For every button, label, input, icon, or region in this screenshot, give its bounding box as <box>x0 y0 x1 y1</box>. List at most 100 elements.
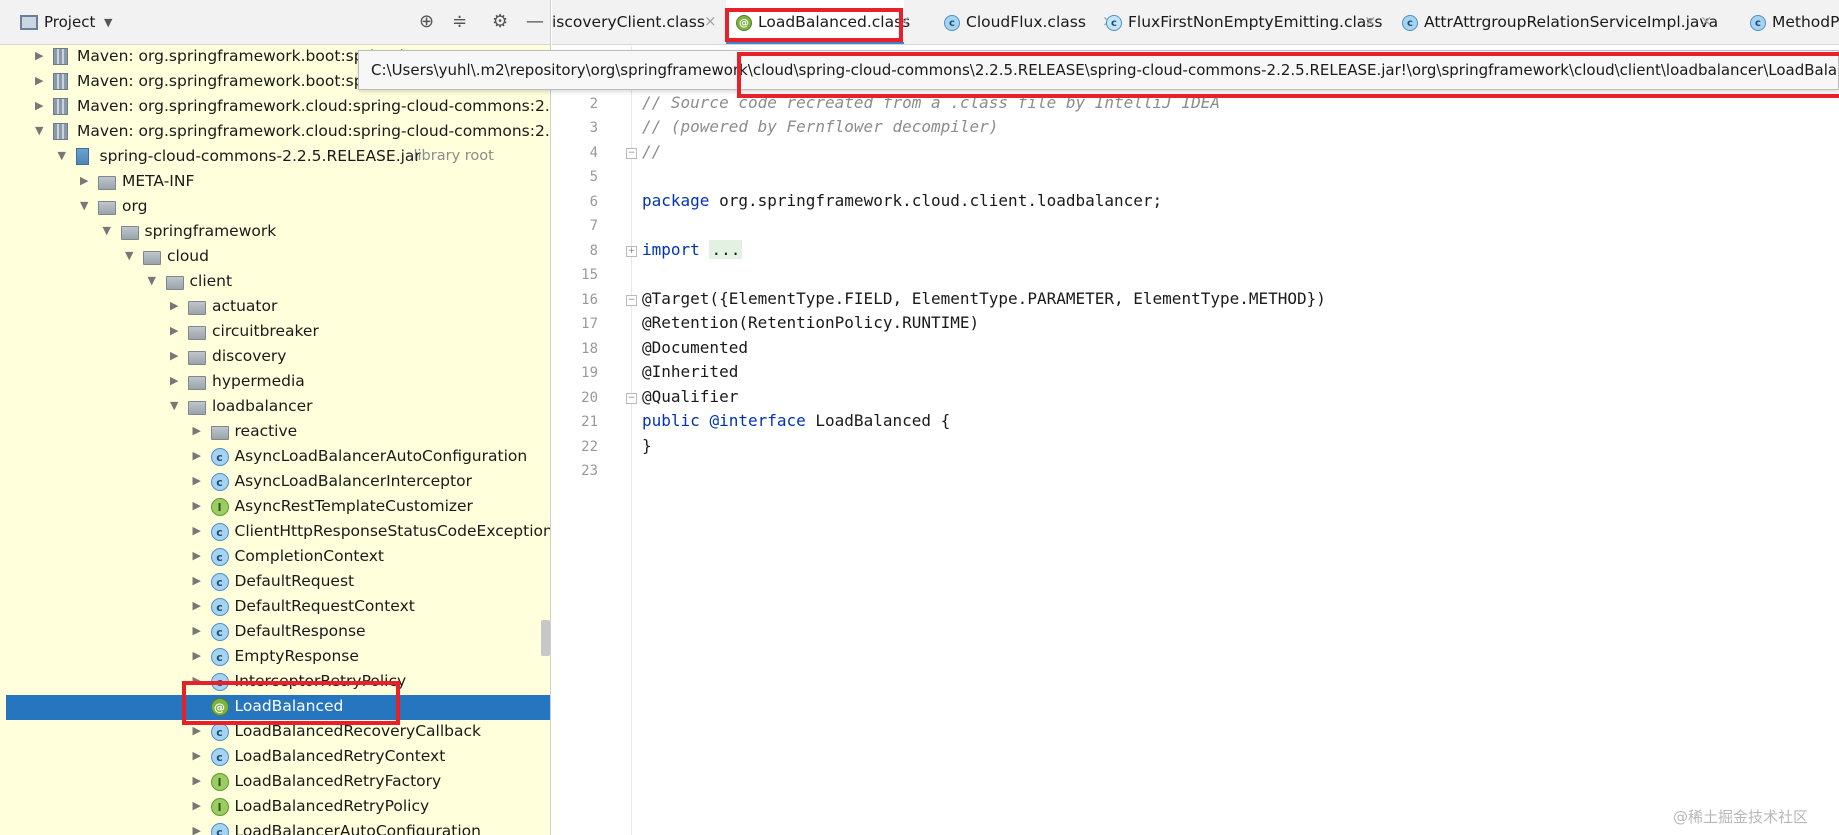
project-panel-title[interactable]: Project <box>44 13 95 31</box>
fold-marker-icon[interactable]: − <box>626 294 637 306</box>
class-icon: c <box>210 823 229 835</box>
tree-node-label: client <box>189 272 233 290</box>
collapse-arrow-icon[interactable]: ▶ <box>170 299 182 312</box>
close-icon[interactable]: × <box>704 12 717 30</box>
tree-node[interactable]: ▶ c ClientHttpResponseStatusCodeException <box>6 520 550 545</box>
collapse-arrow-icon[interactable]: ▶ <box>193 424 205 437</box>
collapse-arrow-icon[interactable]: ▶ <box>170 349 182 362</box>
tree-node[interactable]: ▼ client <box>6 270 550 295</box>
locate-icon[interactable]: ⊕ <box>419 11 434 32</box>
code-line[interactable]: @Retention(RetentionPolicy.RUNTIME) <box>642 313 979 332</box>
tree-node-label: org <box>122 197 148 215</box>
tree-node[interactable]: ▼ org <box>6 195 550 220</box>
tree-node[interactable]: ▶ I LoadBalancedRetryFactory <box>6 770 550 795</box>
tree-node[interactable]: ▼ loadbalancer <box>6 395 550 420</box>
collapse-arrow-icon[interactable]: ▶ <box>193 449 205 462</box>
tree-node[interactable]: ▶ discovery <box>6 345 550 370</box>
collapse-arrow-icon[interactable]: ▶ <box>170 324 182 337</box>
fold-marker-icon[interactable]: − <box>626 147 637 159</box>
tree-node[interactable]: ▶ c DefaultResponse <box>6 620 550 645</box>
tree-node[interactable]: ▶ c DefaultRequest <box>6 570 550 595</box>
tree-node[interactable]: ▶ actuator <box>6 295 550 320</box>
collapse-arrow-icon[interactable]: ▶ <box>170 374 182 387</box>
collapse-arrow-icon[interactable]: ▶ <box>193 499 205 512</box>
expand-arrow-icon[interactable]: ▼ <box>35 124 47 137</box>
minimize-icon[interactable]: — <box>526 11 544 32</box>
folder-icon <box>188 326 206 340</box>
keyword: public <box>642 411 700 430</box>
line-number: 5 <box>589 169 598 185</box>
collapse-arrow-icon[interactable]: ▶ <box>193 749 205 762</box>
close-icon[interactable]: × <box>1364 12 1377 30</box>
editor-tab[interactable]: c MethodP <box>1740 0 1839 44</box>
gear-icon[interactable]: ⚙ <box>492 11 508 32</box>
editor-tab[interactable]: iscoveryClient.class × <box>552 0 720 44</box>
editor-tab[interactable]: c AttrAttrgroupRelationServiceImpl.java × <box>1392 0 1718 44</box>
collapse-arrow-icon[interactable]: ▶ <box>193 824 205 835</box>
tree-node-label: EmptyResponse <box>234 647 359 665</box>
folded-imports[interactable]: ... <box>709 239 743 259</box>
tree-node[interactable]: ▶ reactive <box>6 420 550 445</box>
expand-arrow-icon[interactable]: ▼ <box>58 149 70 162</box>
tree-node[interactable]: ▶ META-INF <box>6 170 550 195</box>
expand-arrow-icon[interactable]: ▼ <box>80 199 92 212</box>
tree-node[interactable]: ▶ circuitbreaker <box>6 320 550 345</box>
collapse-arrow-icon[interactable]: ▶ <box>80 174 92 187</box>
expand-arrow-icon[interactable]: ▼ <box>125 249 137 262</box>
tree-node[interactable]: ▶ c EmptyResponse <box>6 645 550 670</box>
chevron-down-icon[interactable]: ▼ <box>104 16 112 29</box>
tree-node[interactable]: ▶ c LoadBalancerAutoConfiguration <box>6 820 550 835</box>
collapse-arrow-icon[interactable]: ▶ <box>193 774 205 787</box>
collapse-arrow-icon[interactable]: ▶ <box>193 624 205 637</box>
editor-tab[interactable]: c FluxFirstNonEmptyEmitting.class × <box>1096 0 1392 44</box>
code-line[interactable]: @Target({ElementType.FIELD, ElementType.… <box>642 289 1326 308</box>
collapse-arrow-icon[interactable]: ▶ <box>35 74 47 87</box>
code-line[interactable]: } <box>642 436 652 455</box>
collapse-arrow-icon[interactable]: ▶ <box>193 599 205 612</box>
collapse-arrow-icon[interactable]: ▶ <box>193 474 205 487</box>
code-line[interactable]: public @interface LoadBalanced { <box>642 411 950 430</box>
code-line[interactable]: @Inherited <box>642 362 738 381</box>
collapse-arrow-icon[interactable]: ▶ <box>193 574 205 587</box>
tree-node[interactable]: ▶ hypermedia <box>6 370 550 395</box>
fold-marker-icon[interactable]: + <box>626 245 637 257</box>
code-editor[interactable]: 12345678151617181920212223−−+−− //// Sou… <box>552 46 1839 835</box>
tree-node[interactable]: ▼ springframework <box>6 220 550 245</box>
collapse-arrow-icon[interactable]: ▶ <box>193 649 205 662</box>
line-number: 4 <box>589 144 598 161</box>
tree-node[interactable]: ▶ Maven: org.springframework.cloud:spring… <box>6 95 550 120</box>
code-line[interactable]: // (powered by Fernflower decompiler) <box>642 117 998 136</box>
collapse-icon[interactable]: ≑ <box>452 11 467 32</box>
tree-node[interactable]: ▶ I LoadBalancedRetryPolicy <box>6 795 550 820</box>
tree-node[interactable]: ▼ spring-cloud-commons-2.2.5.RELEASE.jar l… <box>6 145 550 170</box>
code-line[interactable]: // <box>642 142 661 161</box>
tree-node[interactable]: ▶ c AsyncLoadBalancerInterceptor <box>6 470 550 495</box>
code-line[interactable]: package org.springframework.cloud.client… <box>642 191 1162 210</box>
tab-label: iscoveryClient.class <box>552 13 705 31</box>
collapse-arrow-icon[interactable]: ▶ <box>193 549 205 562</box>
collapse-arrow-icon[interactable]: ▶ <box>193 524 205 537</box>
tree-node[interactable]: ▶ c LoadBalancedRetryContext <box>6 745 550 770</box>
tree-node[interactable]: ▶ c AsyncLoadBalancerAutoConfiguration <box>6 445 550 470</box>
collapse-arrow-icon[interactable]: ▶ <box>35 99 47 112</box>
code-text: LoadBalanced { <box>805 411 951 430</box>
tree-node[interactable]: ▶ c CompletionContext <box>6 545 550 570</box>
expand-arrow-icon[interactable]: ▼ <box>103 224 115 237</box>
code-line[interactable]: @Qualifier <box>642 387 738 406</box>
collapse-arrow-icon[interactable]: ▶ <box>35 49 47 62</box>
code-line[interactable]: import ... <box>642 239 743 259</box>
tree-node[interactable]: ▼ Maven: org.springframework.cloud:spring… <box>6 120 550 145</box>
tree-scrollbar[interactable] <box>541 620 550 656</box>
expand-arrow-icon[interactable]: ▼ <box>148 274 160 287</box>
code-line[interactable]: @Documented <box>642 338 748 357</box>
tree-node[interactable]: ▶ I AsyncRestTemplateCustomizer <box>6 495 550 520</box>
collapse-arrow-icon[interactable]: ▶ <box>193 799 205 812</box>
collapse-arrow-icon[interactable]: ▶ <box>193 724 205 737</box>
expand-arrow-icon[interactable]: ▼ <box>170 399 182 412</box>
fold-marker-icon[interactable]: − <box>626 392 637 404</box>
close-icon[interactable]: × <box>1700 12 1713 30</box>
tree-node[interactable]: ▼ cloud <box>6 245 550 270</box>
tree-node[interactable]: ▶ c DefaultRequestContext <box>6 595 550 620</box>
line-number: 2 <box>589 95 598 112</box>
tree-node-label: META-INF <box>122 172 195 190</box>
